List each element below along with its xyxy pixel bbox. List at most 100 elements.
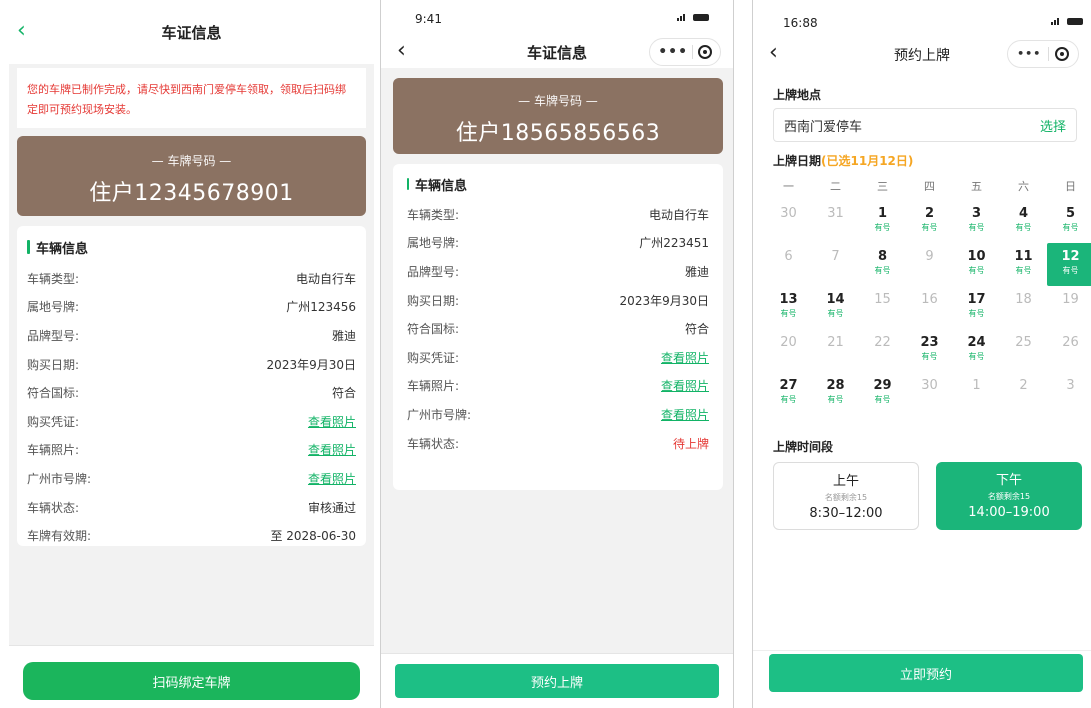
section-bar (27, 240, 30, 254)
info-row: 品牌型号: 雅迪 (407, 257, 709, 286)
info-row-value: 审核通过 (307, 500, 356, 515)
calendar-day: 18 (1000, 286, 1047, 329)
calendar-day-selected[interactable]: 12 有号 (1047, 243, 1091, 286)
info-row: 广州市号牌: 查看照片 (27, 464, 356, 493)
calendar-day[interactable]: 28 有号 (812, 372, 859, 415)
availability-label: 有号 (921, 352, 938, 361)
bind-plate-button[interactable]: 扫码绑定车牌 (23, 662, 360, 700)
slot-title: 上午 (832, 474, 859, 489)
view-photo-link[interactable]: 查看照片 (308, 441, 356, 458)
view-photo-link[interactable]: 查看照片 (308, 413, 356, 430)
slot-remaining: 名额剩余15 (824, 493, 868, 502)
calendar-day[interactable]: 4 有号 (1000, 200, 1047, 243)
calendar-day: 9 (906, 243, 953, 286)
info-row: 车辆状态: 待上牌 (407, 429, 709, 458)
book-plate-button[interactable]: 预约上牌 (395, 664, 719, 698)
day-number: 5 (1065, 206, 1076, 221)
availability-label: 有号 (968, 223, 985, 232)
calendar-day[interactable]: 2 有号 (906, 200, 953, 243)
info-row-value: 2023年9月30日 (619, 293, 709, 308)
info-row-key: 广州市号牌: (27, 471, 92, 486)
availability-label: 有号 (780, 309, 797, 318)
weekday-label: 六 (1018, 180, 1029, 193)
view-photo-link[interactable]: 查看照片 (661, 349, 709, 366)
calendar-day[interactable]: 11 有号 (1000, 243, 1047, 286)
calendar-day: 19 (1047, 286, 1091, 329)
calendar-day[interactable]: 14 有号 (812, 286, 859, 329)
location-field[interactable]: 西南门爱停车 选择 (773, 108, 1077, 142)
calendar: 一二三四五六日 30 31 1 有号 2 有号 3 有号 4 有号 5 有号 6 7 8 有号 9 10 有号 11 有… (765, 178, 1091, 415)
calendar-day: 20 (765, 329, 812, 372)
more-icon[interactable]: ••• (1017, 48, 1041, 59)
availability-label: 有号 (1015, 223, 1032, 232)
info-row-value: 广州223451 (639, 236, 709, 251)
availability-label: 有号 (921, 223, 938, 232)
plate-number: 住户12345678901 (89, 181, 294, 206)
capsule-menu[interactable]: ••• (649, 38, 721, 66)
location-label: 上牌地点 (773, 88, 822, 102)
calendar-day[interactable]: 10 有号 (953, 243, 1000, 286)
day-number: 8 (877, 249, 888, 264)
calendar-day: 1 (953, 372, 1000, 415)
day-number: 3 (1066, 378, 1075, 393)
calendar-day[interactable]: 24 有号 (953, 329, 1000, 372)
target-icon[interactable] (697, 45, 712, 59)
day-number: 29 (873, 378, 892, 393)
calendar-day[interactable]: 23 有号 (906, 329, 953, 372)
info-row-key: 符合国标: (27, 386, 80, 401)
info-row-key: 购买凭证: (407, 350, 460, 365)
calendar-day[interactable]: 27 有号 (765, 372, 812, 415)
day-number: 30 (921, 378, 938, 393)
calendar-day: 22 (859, 329, 906, 372)
info-row-value: 符合 (684, 322, 709, 337)
time-label: 上牌时间段 (773, 440, 834, 454)
availability-label: 有号 (968, 266, 985, 275)
info-row-value: 2023年9月30日 (266, 357, 356, 372)
calendar-day: 7 (812, 243, 859, 286)
info-row: 符合国标: 符合 (27, 378, 356, 407)
location-value: 西南门爱停车 (784, 119, 863, 135)
info-row: 购买凭证: 查看照片 (407, 343, 709, 372)
screen-vehicle-info-1: ‹ 车证信息 您的车牌已制作完成，请尽快到西南门爱停车领取，领取后扫码绑定即可预… (9, 0, 374, 708)
info-row-key: 品牌型号: (27, 328, 80, 343)
slot-afternoon[interactable]: 下午 名额剩余15 14:00–19:00 (936, 462, 1082, 530)
calendar-day[interactable]: 1 有号 (859, 200, 906, 243)
status-time: 9:41 (415, 12, 442, 26)
calendar-day[interactable]: 17 有号 (953, 286, 1000, 329)
battery-icon (1067, 18, 1083, 25)
capsule-menu[interactable]: ••• (1007, 40, 1079, 68)
availability-label: 有号 (1062, 223, 1079, 232)
back-icon[interactable]: ‹ (17, 20, 26, 42)
section-title-label: 车辆信息 (415, 178, 468, 194)
plate-card: — 车牌号码 — 住户12345678901 (17, 136, 366, 216)
slot-morning[interactable]: 上午 名额剩余15 8:30–12:00 (773, 462, 919, 530)
target-icon[interactable] (1054, 47, 1069, 61)
calendar-day[interactable]: 29 有号 (859, 372, 906, 415)
view-photo-link[interactable]: 查看照片 (661, 406, 709, 423)
status-time: 16:88 (783, 16, 818, 30)
day-number: 31 (827, 206, 844, 221)
calendar-day: 26 (1047, 329, 1091, 372)
info-row-value: 雅迪 (684, 264, 709, 279)
calendar-day[interactable]: 8 有号 (859, 243, 906, 286)
day-number: 19 (1062, 292, 1079, 307)
calendar-day: 3 (1047, 372, 1091, 415)
view-photo-link[interactable]: 查看照片 (661, 377, 709, 394)
availability-label: 有号 (827, 309, 844, 318)
view-photo-link[interactable]: 查看照片 (308, 470, 356, 487)
calendar-day[interactable]: 13 有号 (765, 286, 812, 329)
day-number: 10 (967, 249, 986, 264)
info-row-value: 电动自行车 (648, 207, 709, 222)
calendar-day[interactable]: 5 有号 (1047, 200, 1091, 243)
day-number: 28 (826, 378, 845, 393)
calendar-day[interactable]: 3 有号 (953, 200, 1000, 243)
book-now-button[interactable]: 立即预约 (769, 654, 1083, 692)
info-row-key: 购买日期: (407, 293, 460, 308)
location-select-button[interactable]: 选择 (1040, 116, 1066, 135)
info-row-value: 广州123456 (286, 300, 356, 315)
calendar-day: 25 (1000, 329, 1047, 372)
more-icon[interactable]: ••• (658, 45, 688, 59)
calendar-day: 30 (765, 200, 812, 243)
day-number: 4 (1018, 206, 1029, 221)
page-title: 车证信息 (161, 23, 222, 42)
